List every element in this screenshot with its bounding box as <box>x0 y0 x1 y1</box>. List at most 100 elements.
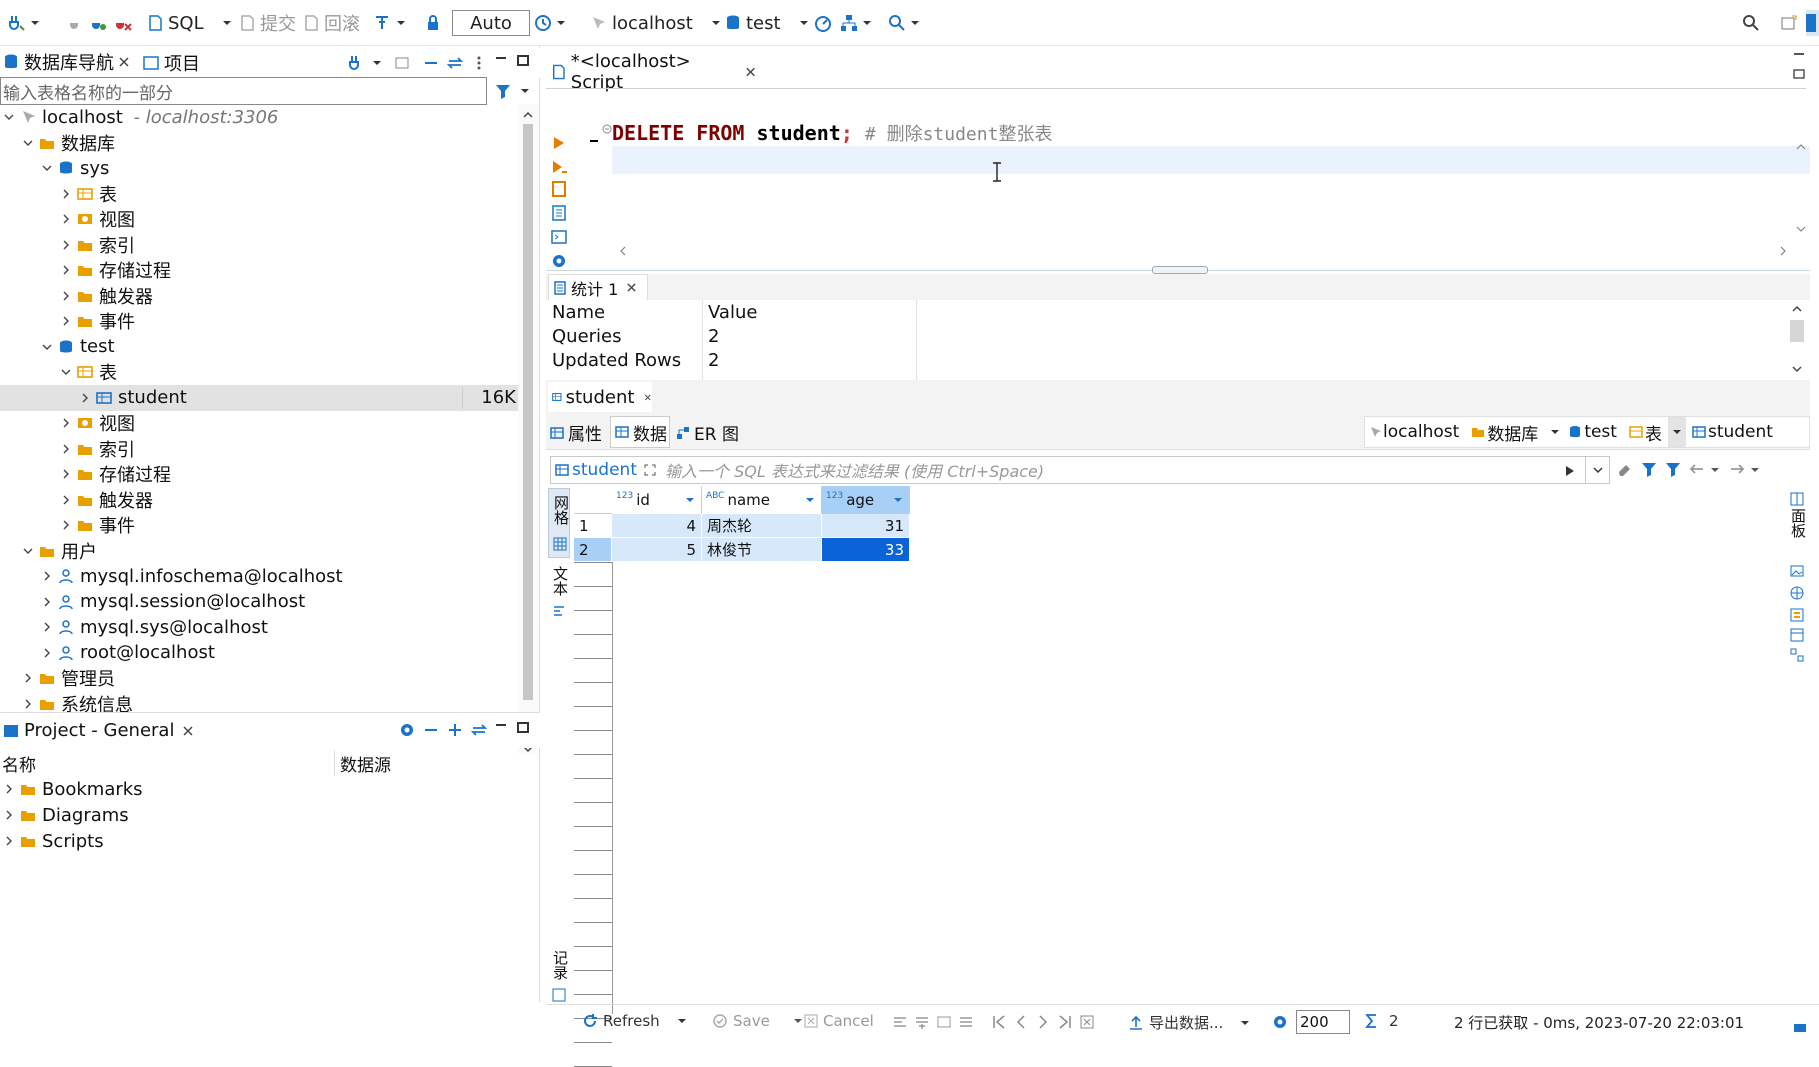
export-data-button[interactable]: 导出数据... <box>1128 1012 1250 1033</box>
crumb-table[interactable]: student <box>1692 422 1773 442</box>
tree-node[interactable]: 事件 <box>0 512 518 538</box>
view-switch-grid[interactable]: 网格 <box>548 488 570 558</box>
chevron-right-icon[interactable] <box>4 810 14 820</box>
history-button[interactable] <box>534 10 566 36</box>
tree-node[interactable]: mysql.session@localhost <box>0 589 518 615</box>
project-item[interactable]: Bookmarks <box>0 776 520 802</box>
tree-node[interactable]: 索引 <box>0 436 518 462</box>
cell-age[interactable]: 33 <box>822 538 910 562</box>
tab-db-navigator[interactable]: 数据库导航 <box>0 49 130 78</box>
tree-node[interactable]: 事件 <box>0 308 518 334</box>
minus-icon[interactable] <box>422 54 440 72</box>
tree-scrollbar[interactable] <box>518 104 538 754</box>
meta-icon[interactable] <box>1790 628 1804 642</box>
chevron-up-icon[interactable] <box>523 110 533 120</box>
tree-node[interactable]: 管理员 <box>0 665 518 691</box>
minimize-icon[interactable] <box>1790 48 1808 66</box>
close-icon[interactable] <box>182 725 194 737</box>
prev-page-icon[interactable] <box>1014 1014 1028 1030</box>
chevron-down-icon[interactable] <box>793 1016 803 1026</box>
chevron-right-icon[interactable] <box>42 648 52 658</box>
tree-node[interactable]: 数据库 <box>0 130 518 156</box>
open-perspective-button[interactable] <box>1780 10 1798 36</box>
chevron-down-icon[interactable] <box>893 495 903 505</box>
tree-node[interactable]: 表 <box>0 359 518 385</box>
chevron-right-icon[interactable] <box>61 189 71 199</box>
maximize-icon[interactable] <box>514 719 532 737</box>
sitemap-button[interactable] <box>840 10 872 36</box>
tree-node[interactable]: 触发器 <box>0 487 518 513</box>
chevron-right-icon[interactable] <box>23 673 33 683</box>
chevron-right-icon[interactable] <box>61 520 71 530</box>
chevron-down-icon[interactable] <box>677 1016 687 1026</box>
chevron-down-icon[interactable] <box>42 342 52 352</box>
chevron-right-icon[interactable] <box>61 316 71 326</box>
image-icon[interactable] <box>1790 564 1804 578</box>
filter-icon[interactable] <box>494 82 512 100</box>
stats-tab[interactable]: 统计 1 <box>548 274 648 300</box>
group-icon[interactable] <box>1790 648 1804 662</box>
tree-node[interactable]: 用户 <box>0 538 518 564</box>
minus-icon[interactable] <box>422 721 440 739</box>
chevron-down-icon[interactable] <box>1550 427 1560 437</box>
last-page-icon[interactable] <box>1058 1014 1072 1030</box>
save-button[interactable]: Save <box>712 1012 803 1030</box>
chevron-down-icon[interactable] <box>685 495 695 505</box>
close-icon[interactable] <box>745 66 756 78</box>
terminal-icon[interactable] <box>550 228 568 246</box>
dashboard-button[interactable] <box>814 10 832 36</box>
tree-node[interactable]: 索引 <box>0 232 518 258</box>
chevron-right-icon[interactable] <box>61 495 71 505</box>
view-switch-text[interactable]: 文本 <box>548 562 570 622</box>
calc-icon[interactable] <box>1790 608 1804 622</box>
chevron-right-icon[interactable] <box>23 699 33 709</box>
cell-name[interactable]: 周杰轮 <box>702 514 822 538</box>
close-icon[interactable] <box>118 56 130 68</box>
stats-scrollbar[interactable] <box>1786 300 1808 380</box>
add-row-icon[interactable] <box>914 1014 930 1030</box>
chevron-right-icon[interactable] <box>61 444 71 454</box>
chevron-down-icon[interactable] <box>61 367 71 377</box>
globe-icon[interactable] <box>1790 586 1804 600</box>
chevron-down-icon[interactable] <box>805 495 815 505</box>
run-icon[interactable] <box>550 134 568 152</box>
crumb-schema[interactable]: test <box>1568 422 1617 442</box>
column-header-id[interactable]: 123 id <box>612 486 702 514</box>
chevron-down-icon[interactable] <box>23 138 33 148</box>
project-item[interactable]: Scripts <box>0 828 520 854</box>
lock-button[interactable] <box>424 10 442 36</box>
active-datasource-selector[interactable]: localhost <box>590 10 721 36</box>
tree-node[interactable]: 存储过程 <box>0 461 518 487</box>
subtab-data[interactable]: 数据 <box>610 416 670 448</box>
tree-node[interactable]: root@localhost <box>0 640 518 666</box>
chevron-down-icon[interactable] <box>1792 364 1802 374</box>
chevron-right-icon[interactable] <box>4 784 14 794</box>
tree-node[interactable]: 视图 <box>0 410 518 436</box>
results-tab[interactable]: student <box>548 382 652 412</box>
chevron-left-icon[interactable] <box>618 246 628 256</box>
chevron-right-icon[interactable] <box>61 291 71 301</box>
commit-mode-field[interactable]: Auto <box>452 10 530 36</box>
crumb-host[interactable]: localhost <box>1369 422 1459 442</box>
new-connection-button[interactable] <box>8 10 40 36</box>
rollback-button[interactable]: 回滚 <box>302 10 360 36</box>
tree-node[interactable]: 表 <box>0 181 518 207</box>
chevron-right-icon[interactable] <box>4 836 14 846</box>
splitter-handle[interactable] <box>1152 266 1208 274</box>
gear-icon[interactable] <box>398 721 416 739</box>
cell-id[interactable]: 5 <box>612 538 702 562</box>
cancel-button[interactable]: Cancel <box>804 1012 874 1030</box>
link-icon[interactable] <box>446 54 464 72</box>
chevron-down-icon[interactable] <box>4 112 14 122</box>
gear-icon[interactable] <box>550 252 568 270</box>
chevron-down-icon[interactable] <box>520 86 530 96</box>
maximize-icon[interactable] <box>514 52 532 70</box>
fetch-all-icon[interactable] <box>1080 1014 1094 1030</box>
tree-node[interactable]: mysql.infoschema@localhost <box>0 563 518 589</box>
panels-label[interactable]: 面板 <box>1788 508 1809 538</box>
row-count-indicator[interactable]: 2 <box>1364 1012 1399 1030</box>
explain-icon[interactable] <box>550 180 568 198</box>
chevron-right-icon[interactable] <box>1778 246 1788 256</box>
tab-project[interactable]: 项目 <box>142 50 200 76</box>
edit-row-icon[interactable] <box>892 1014 908 1030</box>
